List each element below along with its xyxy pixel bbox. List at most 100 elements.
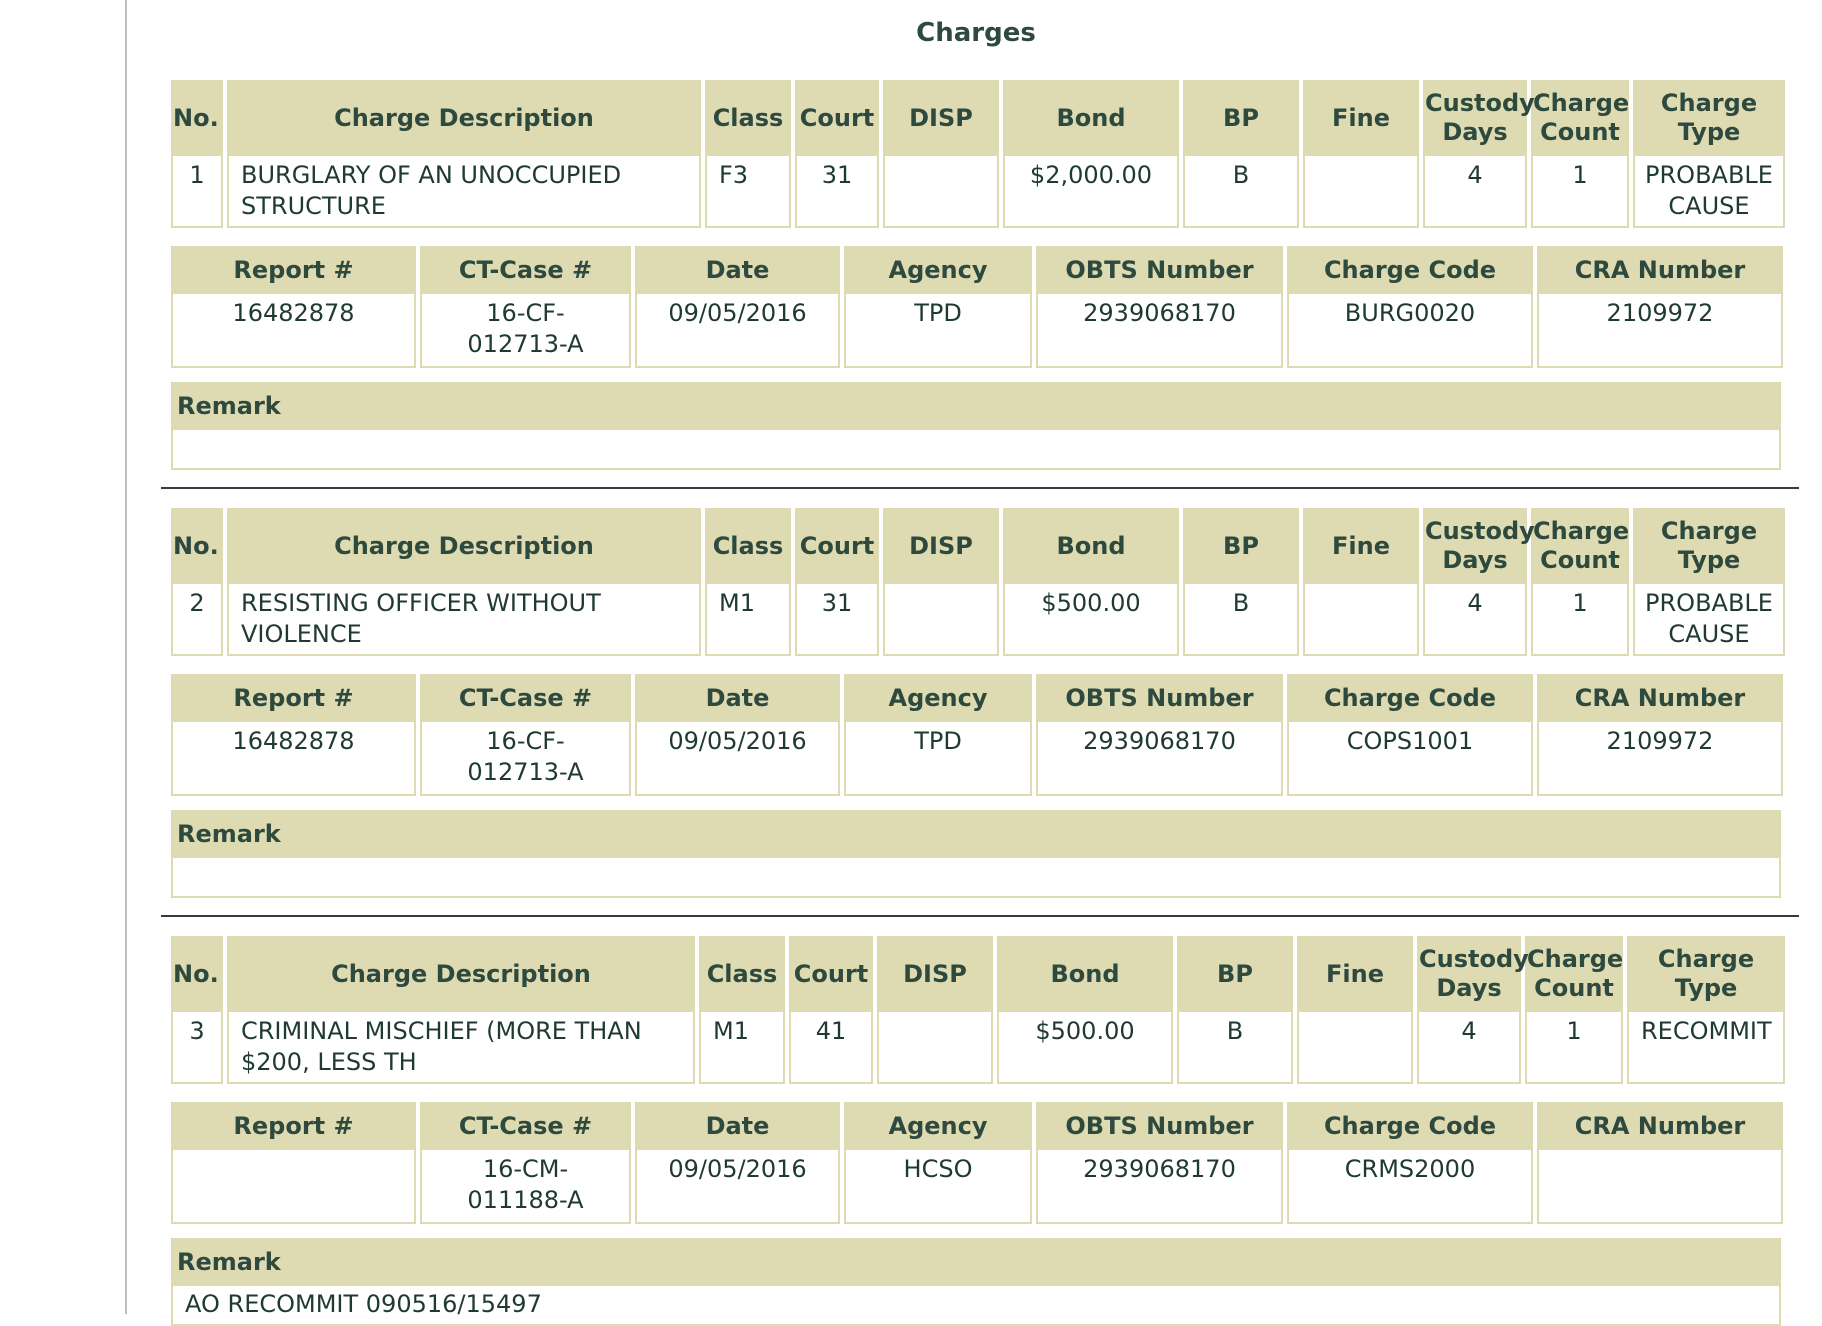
table-row bbox=[171, 858, 1781, 898]
header-cra-number: CRA Number bbox=[1537, 246, 1783, 294]
cell-court: 31 bbox=[795, 156, 879, 228]
header-class: Class bbox=[705, 508, 791, 584]
cell-custody-days: 4 bbox=[1423, 156, 1527, 228]
cell-report-number bbox=[171, 1150, 416, 1224]
charge-header-row: No. Charge Description Class Court DISP … bbox=[171, 936, 1785, 1012]
header-class: Class bbox=[699, 936, 785, 1012]
cell-date: 09/05/2016 bbox=[635, 1150, 840, 1224]
cell-disp bbox=[877, 1012, 993, 1084]
cell-ct-case-number: 16-CF-012713-A bbox=[420, 722, 631, 796]
cell-charge-count: 1 bbox=[1531, 156, 1629, 228]
header-charge-code: Charge Code bbox=[1287, 246, 1533, 294]
table-row: 16482878 16-CF-012713-A 09/05/2016 TPD 2… bbox=[171, 294, 1783, 368]
cell-fine bbox=[1303, 584, 1419, 656]
cell-disp bbox=[883, 584, 999, 656]
report-table: Report # CT-Case # Date Agency OBTS Numb… bbox=[167, 246, 1787, 368]
header-no: No. bbox=[171, 80, 223, 156]
cell-bp: B bbox=[1183, 584, 1299, 656]
cell-no: 1 bbox=[171, 156, 223, 228]
cell-obts-number: 2939068170 bbox=[1036, 1150, 1283, 1224]
table-row: 1 BURGLARY OF AN UNOCCUPIED STRUCTURE F3… bbox=[171, 156, 1785, 228]
cell-fine bbox=[1303, 156, 1419, 228]
remark-table: Remark AO RECOMMIT 090516/15497 bbox=[167, 1238, 1785, 1326]
cell-ct-case-number: 16-CF-012713-A bbox=[420, 294, 631, 368]
report-header-row: Report # CT-Case # Date Agency OBTS Numb… bbox=[171, 674, 1783, 722]
header-report-number: Report # bbox=[171, 1102, 416, 1150]
cell-charge-type: PROBABLE CAUSE bbox=[1633, 584, 1785, 656]
header-ct-case-number: CT-Case # bbox=[420, 246, 631, 294]
cell-charge-count: 1 bbox=[1525, 1012, 1623, 1084]
charge-header-row: No. Charge Description Class Court DISP … bbox=[171, 80, 1785, 156]
cell-remark: AO RECOMMIT 090516/15497 bbox=[171, 1286, 1781, 1326]
table-row: AO RECOMMIT 090516/15497 bbox=[171, 1286, 1781, 1326]
cell-charge-code: COPS1001 bbox=[1287, 722, 1533, 796]
cell-remark bbox=[171, 430, 1781, 470]
table-row: 2 RESISTING OFFICER WITHOUT VIOLENCE M1 … bbox=[171, 584, 1785, 656]
table-row: 3 CRIMINAL MISCHIEF (MORE THAN $200, LES… bbox=[171, 1012, 1785, 1084]
cell-agency: HCSO bbox=[844, 1150, 1032, 1224]
charge-separator bbox=[161, 915, 1799, 917]
cell-obts-number: 2939068170 bbox=[1036, 294, 1283, 368]
table-row: 16-CM-011188-A 09/05/2016 HCSO 293906817… bbox=[171, 1150, 1783, 1224]
cell-bond: $500.00 bbox=[997, 1012, 1173, 1084]
cell-custody-days: 4 bbox=[1417, 1012, 1521, 1084]
header-disp: DISP bbox=[883, 508, 999, 584]
header-date: Date bbox=[635, 246, 840, 294]
cell-fine bbox=[1297, 1012, 1413, 1084]
header-ct-case-number: CT-Case # bbox=[420, 674, 631, 722]
charge-header-row: No. Charge Description Class Court DISP … bbox=[171, 508, 1785, 584]
cell-bond: $500.00 bbox=[1003, 584, 1179, 656]
header-charge-code: Charge Code bbox=[1287, 674, 1533, 722]
report-table: Report # CT-Case # Date Agency OBTS Numb… bbox=[167, 1102, 1787, 1224]
cell-class: M1 bbox=[699, 1012, 785, 1084]
header-court: Court bbox=[795, 508, 879, 584]
header-no: No. bbox=[171, 936, 223, 1012]
header-fine: Fine bbox=[1303, 80, 1419, 156]
charge-table: No. Charge Description Class Court DISP … bbox=[167, 936, 1789, 1084]
header-fine: Fine bbox=[1297, 936, 1413, 1012]
header-charge-description: Charge Description bbox=[227, 80, 701, 156]
header-charge-type: Charge Type bbox=[1633, 80, 1785, 156]
remark-header-row: Remark bbox=[171, 810, 1781, 858]
header-obts-number: OBTS Number bbox=[1036, 674, 1283, 722]
header-charge-type: Charge Type bbox=[1633, 508, 1785, 584]
header-cra-number: CRA Number bbox=[1537, 674, 1783, 722]
header-custody-days: Custody Days bbox=[1423, 508, 1535, 584]
remark-table: Remark bbox=[167, 810, 1785, 898]
cell-class: M1 bbox=[705, 584, 791, 656]
header-disp: DISP bbox=[877, 936, 993, 1012]
header-bond: Bond bbox=[997, 936, 1173, 1012]
header-remark: Remark bbox=[171, 382, 1781, 430]
cell-charge-code: CRMS2000 bbox=[1287, 1150, 1533, 1224]
cell-charge-type: RECOMMIT bbox=[1627, 1012, 1785, 1084]
header-charge-count: Charge Count bbox=[1525, 936, 1623, 1012]
cell-bp: B bbox=[1177, 1012, 1293, 1084]
report-table: Report # CT-Case # Date Agency OBTS Numb… bbox=[167, 674, 1787, 796]
cell-charge-description: BURGLARY OF AN UNOCCUPIED STRUCTURE bbox=[227, 156, 701, 228]
cell-no: 2 bbox=[171, 584, 223, 656]
cell-date: 09/05/2016 bbox=[635, 722, 840, 796]
header-custody-days: Custody Days bbox=[1417, 936, 1529, 1012]
remark-table: Remark bbox=[167, 382, 1785, 470]
report-header-row: Report # CT-Case # Date Agency OBTS Numb… bbox=[171, 246, 1783, 294]
report-header-row: Report # CT-Case # Date Agency OBTS Numb… bbox=[171, 1102, 1783, 1150]
header-obts-number: OBTS Number bbox=[1036, 1102, 1283, 1150]
cell-remark bbox=[171, 858, 1781, 898]
header-cra-number: CRA Number bbox=[1537, 1102, 1783, 1150]
cell-charge-code: BURG0020 bbox=[1287, 294, 1533, 368]
header-report-number: Report # bbox=[171, 246, 416, 294]
header-court: Court bbox=[789, 936, 873, 1012]
cell-cra-number: 2109972 bbox=[1537, 722, 1783, 796]
header-charge-description: Charge Description bbox=[227, 508, 701, 584]
cell-class: F3 bbox=[705, 156, 791, 228]
cell-bond: $2,000.00 bbox=[1003, 156, 1179, 228]
cell-cra-number bbox=[1537, 1150, 1783, 1224]
header-date: Date bbox=[635, 674, 840, 722]
header-charge-count: Charge Count bbox=[1531, 508, 1629, 584]
remark-header-row: Remark bbox=[171, 382, 1781, 430]
header-remark: Remark bbox=[171, 1238, 1781, 1286]
header-date: Date bbox=[635, 1102, 840, 1150]
cell-report-number: 16482878 bbox=[171, 722, 416, 796]
cell-agency: TPD bbox=[844, 294, 1032, 368]
charge-separator bbox=[161, 487, 1799, 489]
